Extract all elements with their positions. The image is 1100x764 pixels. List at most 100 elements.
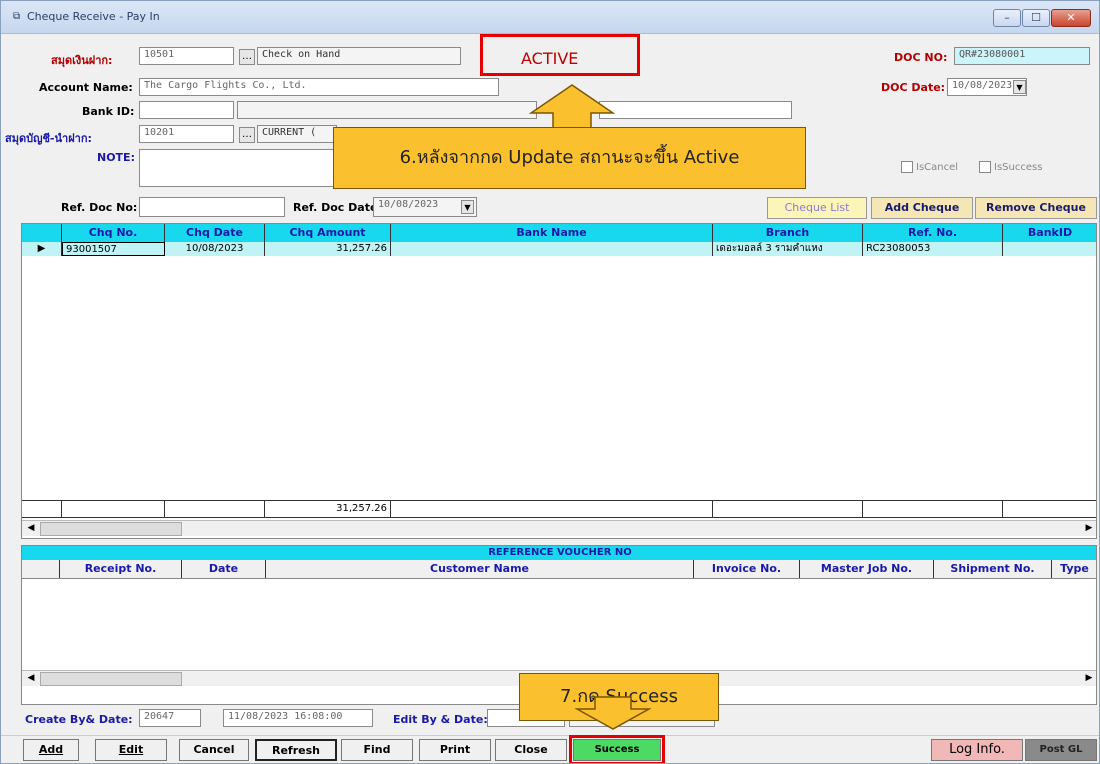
reference-grid-header: Receipt No. Date Customer Name Invoice N… (22, 560, 1096, 579)
refresh-button[interactable]: Refresh (255, 739, 337, 761)
reference-title: REFERENCE VOUCHER NO (22, 546, 1096, 560)
ledger-account-label: สมุดบัญชี-นำฝาก: (5, 132, 92, 145)
success-highlight-box (569, 735, 665, 763)
col-ref-no[interactable]: Ref. No. (863, 224, 1003, 242)
cell-ref-no[interactable]: RC23080053 (863, 242, 1003, 256)
minimize-button[interactable]: – (993, 9, 1021, 27)
scroll-thumb[interactable] (40, 522, 182, 536)
ref-date-dropdown-icon[interactable]: ▼ (461, 200, 474, 214)
scroll-left-icon[interactable]: ◀ (24, 672, 38, 685)
bank-id-field[interactable] (139, 101, 234, 119)
col-bank-id[interactable]: BankID (1003, 224, 1096, 242)
row-selector-header (22, 224, 62, 242)
up-arrow-icon (529, 84, 615, 130)
create-by-field: 20647 (139, 709, 201, 727)
add-cheque-button[interactable]: Add Cheque (871, 197, 973, 219)
doc-no-field: QR#23080001 (954, 47, 1090, 65)
ledger-lookup-button[interactable]: … (239, 127, 255, 143)
create-by-label: Create By& Date: (25, 713, 133, 726)
step6-callout: 6.หลังจากกด Update สถานะจะขึ้น Active (333, 127, 806, 189)
window-title: Cheque Receive - Pay In (27, 10, 160, 23)
maximize-button[interactable]: ☐ (1022, 9, 1050, 27)
note-field[interactable] (139, 149, 335, 187)
cheque-grid-hscrollbar[interactable]: ◀ ▶ (22, 520, 1096, 536)
print-button[interactable]: Print (419, 739, 491, 761)
cell-bank-id[interactable] (1003, 242, 1096, 256)
doc-date-label: DOC Date: (881, 81, 946, 94)
totals-blank (62, 501, 165, 517)
title-bar: ⧉ Cheque Receive - Pay In – ☐ ✕ (1, 1, 1099, 34)
col-receipt-no[interactable]: Receipt No. (60, 560, 182, 578)
col-master-job-no[interactable]: Master Job No. (800, 560, 934, 578)
find-button[interactable]: Find (341, 739, 413, 761)
col-customer-name[interactable]: Customer Name (266, 560, 694, 578)
cancel-button[interactable]: Cancel (179, 739, 249, 761)
table-row[interactable]: ▶ 93001507 10/08/2023 31,257.26 เดอะมอลล… (22, 242, 1096, 256)
totals-blank (713, 501, 863, 517)
cheque-grid: Chq No. Chq Date Chq Amount Bank Name Br… (21, 223, 1097, 539)
close-window-button[interactable]: ✕ (1051, 9, 1091, 27)
cell-chq-amount[interactable]: 31,257.26 (265, 242, 391, 256)
scroll-right-icon[interactable]: ▶ (1082, 672, 1096, 685)
ledger-code-field[interactable]: 10201 (139, 125, 234, 143)
totals-blank (165, 501, 265, 517)
checkbox-icon (979, 161, 991, 173)
bank-name-display (237, 101, 537, 119)
create-date-field: 11/08/2023 16:08:00 (223, 709, 373, 727)
doc-no-label: DOC NO: (894, 51, 948, 64)
row-selector-header (22, 560, 60, 578)
deposit-account-label: สมุดเงินฝาก: (51, 54, 113, 67)
col-chq-amount[interactable]: Chq Amount (265, 224, 391, 242)
current-row-arrow-icon: ▶ (22, 242, 62, 256)
status-highlight-box (480, 34, 640, 76)
bank-extra-field[interactable] (599, 101, 792, 119)
cheque-list-button[interactable]: Cheque List (767, 197, 867, 219)
account-name-field[interactable]: The Cargo Flights Co., Ltd. (139, 78, 499, 96)
totals-blank (391, 501, 713, 517)
ledger-desc-field: CURRENT ( (257, 125, 337, 143)
col-type[interactable]: Type (1052, 560, 1096, 578)
checkbox-icon (901, 161, 913, 173)
ref-doc-no-label: Ref. Doc No: (61, 201, 138, 214)
post-gl-button[interactable]: Post GL (1025, 739, 1097, 761)
edit-button[interactable]: Edit (95, 739, 167, 761)
col-chq-no[interactable]: Chq No. (62, 224, 165, 242)
bank-id-label: Bank ID: (82, 105, 135, 118)
is-cancel-label: IsCancel (916, 162, 959, 173)
deposit-account-code-field[interactable]: 10501 (139, 47, 234, 65)
col-chq-date[interactable]: Chq Date (165, 224, 265, 242)
scroll-right-icon[interactable]: ▶ (1082, 522, 1096, 535)
col-shipment-no[interactable]: Shipment No. (934, 560, 1052, 578)
col-bank-name[interactable]: Bank Name (391, 224, 713, 242)
col-branch[interactable]: Branch (713, 224, 863, 242)
ref-doc-no-field[interactable] (139, 197, 285, 217)
note-label: NOTE: (97, 151, 135, 164)
cell-branch[interactable]: เดอะมอลล์ 3 รามคำแหง (713, 242, 863, 256)
add-button[interactable]: Add (23, 739, 79, 761)
cell-bank-name[interactable] (391, 242, 713, 256)
col-date[interactable]: Date (182, 560, 266, 578)
totals-blank (863, 501, 1003, 517)
down-arrow-icon (575, 696, 651, 730)
account-lookup-button[interactable]: … (239, 49, 255, 65)
account-name-label: Account Name: (39, 81, 133, 94)
doc-date-dropdown-icon[interactable]: ▼ (1013, 80, 1026, 94)
deposit-account-desc-field: Check on Hand (257, 47, 461, 65)
total-amount: 31,257.26 (265, 501, 391, 517)
log-info-button[interactable]: Log Info. (931, 739, 1023, 761)
cell-chq-date[interactable]: 10/08/2023 (165, 242, 265, 256)
cell-chq-no[interactable]: 93001507 (62, 242, 165, 256)
scroll-thumb[interactable] (40, 672, 182, 686)
totals-row: 31,257.26 (22, 500, 1096, 518)
edit-by-label: Edit By & Date: (393, 713, 488, 726)
cheque-grid-header: Chq No. Chq Date Chq Amount Bank Name Br… (22, 224, 1096, 242)
is-cancel-checkbox[interactable]: IsCancel (901, 161, 958, 173)
remove-cheque-button[interactable]: Remove Cheque (975, 197, 1097, 219)
col-invoice-no[interactable]: Invoice No. (694, 560, 800, 578)
cheque-receive-window: ⧉ Cheque Receive - Pay In – ☐ ✕ สมุดเงิน… (0, 0, 1100, 764)
scroll-left-icon[interactable]: ◀ (24, 522, 38, 535)
ref-doc-date-label: Ref. Doc Date: (293, 201, 382, 214)
app-icon: ⧉ (13, 11, 21, 22)
close-button[interactable]: Close (495, 739, 567, 761)
is-success-checkbox[interactable]: IsSuccess (979, 161, 1042, 173)
